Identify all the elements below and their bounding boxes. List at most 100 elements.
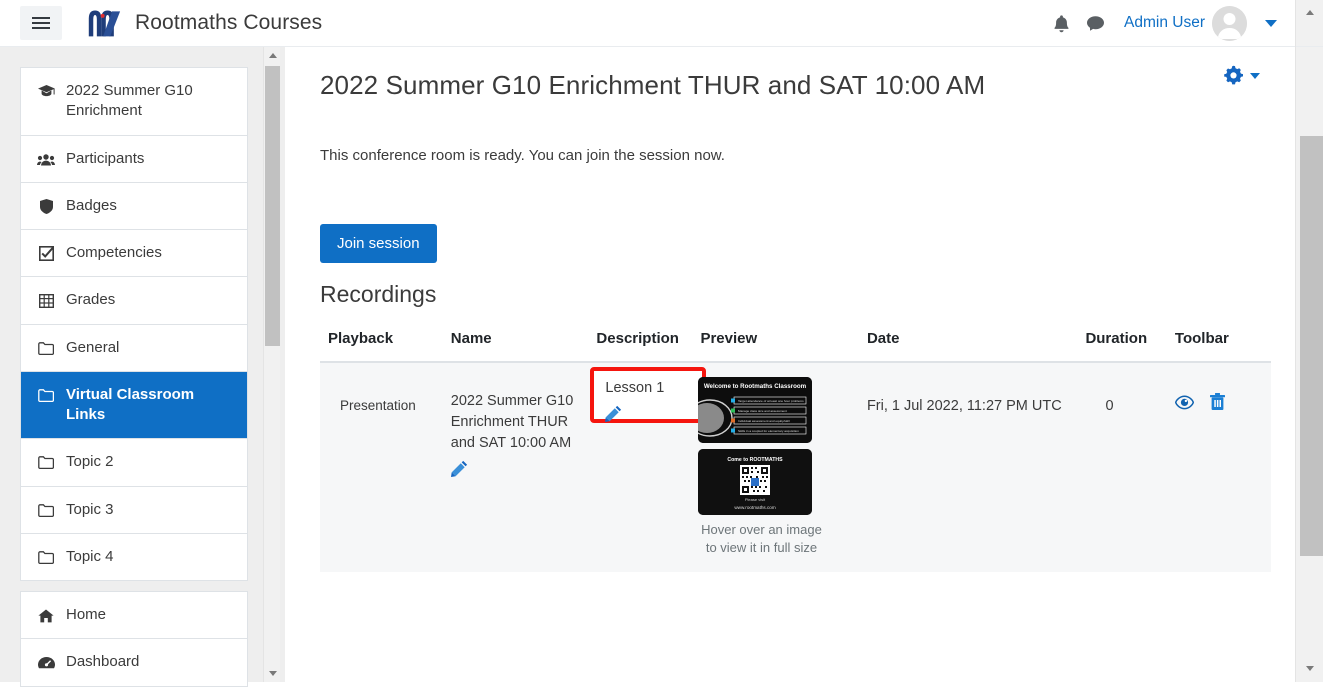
brand-title: Rootmaths Courses [135,11,323,34]
folder-icon [37,453,55,472]
join-session-button[interactable]: Join session [320,224,437,263]
drawer-section-site: Home Dashboard [20,591,248,687]
svg-text:Skills in a coupled for elemen: Skills in a coupled for elementary acqui… [738,429,799,433]
user-menu-caret-down-icon[interactable] [1265,19,1277,27]
graduation-cap-icon [37,82,55,101]
dashboard-icon [37,653,55,672]
course-nav-drawer: 2022 Summer G10 Enrichment Participants … [0,47,285,687]
table-row: Presentation 2022 Summer G10 Enrichment … [320,362,1271,573]
cell-preview: Welcome to Rootmaths Classroom Target at… [692,362,859,573]
drawer-scroll-up-arrow-icon[interactable] [264,47,281,64]
pencil-icon[interactable] [450,460,468,478]
column-header-duration[interactable]: Duration [1077,320,1167,363]
main-content: 2022 Summer G10 Enrichment THUR and SAT … [285,47,1295,682]
sidebar-item-label: General [66,338,120,356]
drawer-scrollbar-thumb[interactable] [265,66,280,346]
column-header-preview[interactable]: Preview [692,320,859,363]
navbar-right-group: Admin User [1044,5,1295,41]
sidebar-item-home[interactable]: Home [21,592,247,640]
sidebar-item-label: Topic 2 [66,453,114,471]
sidebar-item-dashboard[interactable]: Dashboard [21,639,247,686]
sidebar-item-topic-3[interactable]: Topic 3 [21,486,247,534]
column-header-name[interactable]: Name [442,320,589,363]
settings-menu-button[interactable] [1223,65,1260,86]
page-title: 2022 Summer G10 Enrichment THUR and SAT … [320,70,986,100]
cell-description: Lesson 1 [588,362,707,573]
sidebar-item-general[interactable]: General [21,324,247,372]
recording-description-text: Lesson 1 [605,380,665,396]
svg-text:Target attendance of at least: Target attendance of at least one hour p… [738,399,804,403]
sidebar-item-label: Home [66,606,107,623]
preview-thumbnail-qr[interactable]: Come to ROOTMATHS Please visit www.rootm… [698,449,813,515]
folder-icon [37,386,55,405]
sidebar-item-grades[interactable]: Grades [21,277,247,325]
sidebar-item-topic-2[interactable]: Topic 2 [21,439,247,487]
svg-text:www.rootmaths.com: www.rootmaths.com [735,505,777,510]
cell-date: Fri, 1 Jul 2022, 11:27 PM UTC [858,362,1078,573]
sidebar-item-badges[interactable]: Badges [21,182,247,230]
user-avatar-icon [1212,5,1247,41]
svg-text:Welcome to Rootmaths Classroom: Welcome to Rootmaths Classroom [704,383,807,390]
home-icon [37,606,55,625]
sidebar-item-label: Participants [66,149,145,167]
sidebar-item-course[interactable]: 2022 Summer G10 Enrichment [21,68,247,136]
sidebar-item-participants[interactable]: Participants [21,135,247,183]
pencil-icon[interactable] [605,405,622,423]
sidebar-item-label: Topic 3 [66,500,114,518]
user-name-link[interactable]: Admin User [1124,14,1205,32]
sidebar-item-virtual-classroom-links[interactable]: Virtual Classroom Links [21,371,247,440]
sidebar-item-label: Topic 4 [66,547,114,565]
conference-status-text: This conference room is ready. You can j… [320,147,725,164]
drawer-divider [20,581,275,591]
users-icon [37,150,55,169]
sidebar-item-label: Grades [66,291,116,309]
hamburger-icon-bar [32,27,50,29]
cell-duration: 0 [1077,362,1167,573]
settings-caret-down-icon [1250,72,1260,79]
sidebar-item-label: Competencies [66,244,162,261]
cell-toolbar [1166,362,1271,573]
avatar[interactable] [1212,5,1247,41]
page-scrollbar-thumb[interactable] [1300,136,1323,556]
column-header-playback[interactable]: Playback [320,320,443,363]
checkbox-icon [37,244,55,263]
slide-thumbnail-welcome-image: Welcome to Rootmaths Classroom Target at… [698,377,813,443]
folder-icon [37,501,55,520]
column-header-description[interactable]: Description [588,320,693,363]
hamburger-icon-bar [32,22,50,24]
shield-icon [37,197,55,216]
eye-icon[interactable] [1174,394,1194,410]
sidebar-item-competencies[interactable]: Competencies [21,230,247,278]
sidebar-item-label: 2022 Summer G10 Enrichment [66,82,193,120]
trash-icon[interactable] [1209,393,1225,411]
hamburger-icon-bar [32,17,50,19]
preview-hint-text: Hover over an image to view it in full s… [701,522,822,555]
sidebar-item-label: Badges [66,196,117,214]
cell-playback: Presentation [320,362,443,573]
recording-name-text: 2022 Summer G10 Enrichment THUR and SAT … [450,393,574,452]
drawer-vertical-scrollbar[interactable] [263,47,280,682]
bell-icon[interactable] [1044,8,1078,38]
message-icon[interactable] [1078,8,1112,38]
slide-thumbnail-qr-image: Come to ROOTMATHS Please visit www.rootm… [698,449,813,515]
page-vertical-scrollbar[interactable] [1295,0,1323,682]
page-scroll-up-arrow-icon[interactable] [1296,2,1323,22]
menu-toggle-button[interactable] [20,6,62,40]
bell-icon-glyph [1053,14,1069,32]
recordings-heading: Recordings [320,281,437,307]
brand-link[interactable]: Rootmaths Courses [83,6,322,40]
table-icon [37,291,55,310]
preview-thumbnail-welcome[interactable]: Welcome to Rootmaths Classroom Target at… [698,377,813,443]
column-header-date[interactable]: Date [858,320,1078,363]
recordings-table-head: Playback Name Description Preview Date D… [320,320,1271,363]
svg-text:Individual assessment and equi: Individual assessment and equity/skill [738,419,790,423]
svg-text:Manage class size and assessme: Manage class size and assessment [738,409,787,413]
column-header-toolbar[interactable]: Toolbar [1166,320,1271,363]
logo-dot-icon [100,13,105,18]
cell-name: 2022 Summer G10 Enrichment THUR and SAT … [442,362,589,573]
sidebar-item-topic-4[interactable]: Topic 4 [21,533,247,580]
page-scroll-down-arrow-icon[interactable] [1296,658,1323,678]
description-highlight-box: Lesson 1 [590,367,707,423]
drawer-scroll-down-arrow-icon[interactable] [264,665,281,682]
message-icon-glyph [1086,16,1104,31]
